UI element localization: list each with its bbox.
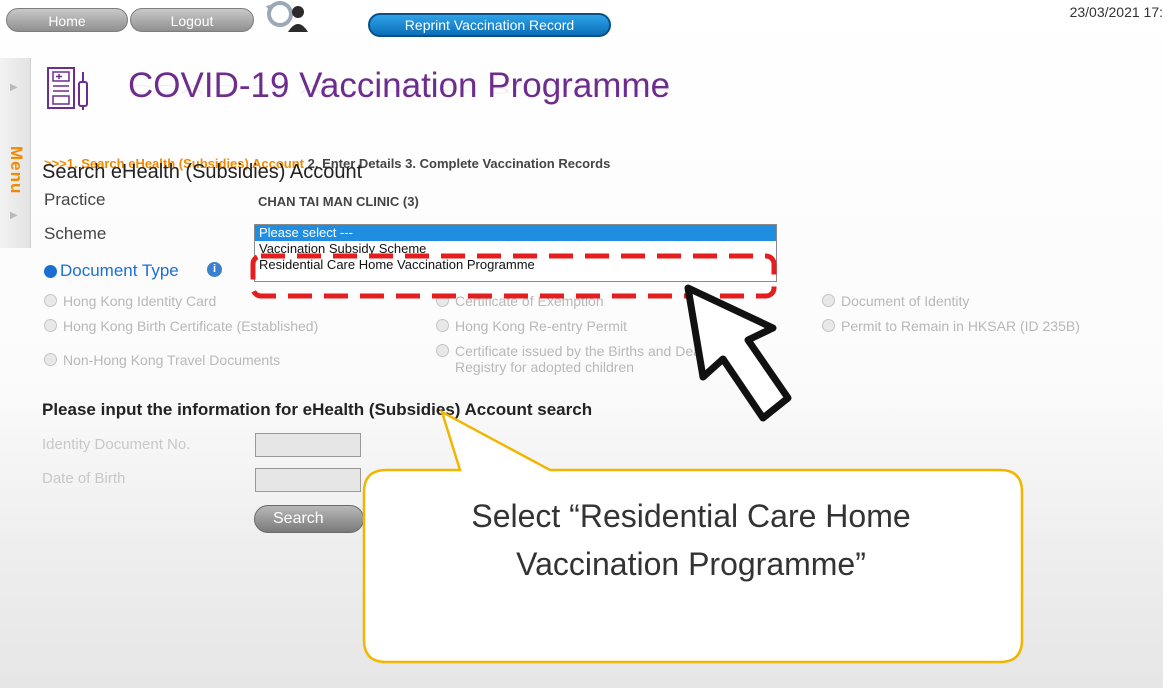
callout-text: Select “Residential Care Home Vaccinatio… [364, 492, 1018, 588]
callout-line-1: Select “Residential Care Home [471, 498, 911, 534]
callout-line-2: Vaccination Programme” [516, 546, 866, 582]
pointer-arrow-icon [684, 284, 792, 422]
